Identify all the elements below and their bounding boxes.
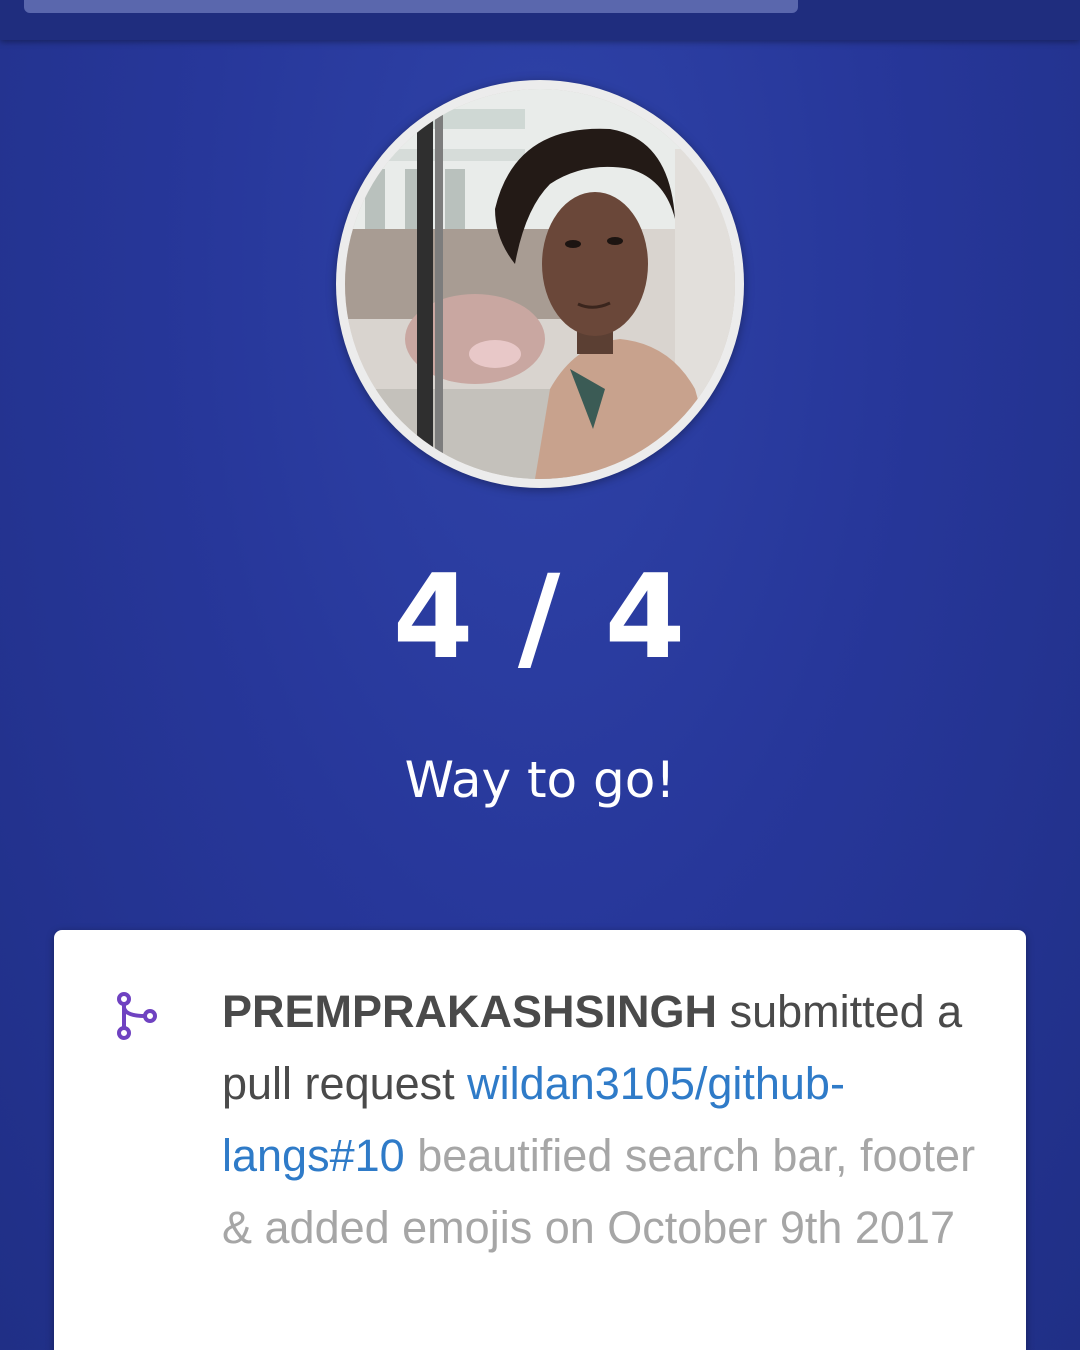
search-bar[interactable] — [24, 0, 798, 13]
activity-text: PREMPRAKASHSINGH submitted a pull reques… — [222, 976, 982, 1264]
avatar — [336, 80, 744, 488]
congrats-message: Way to go! — [404, 751, 676, 809]
pull-request-icon — [110, 990, 162, 1042]
top-bar — [0, 0, 1080, 40]
progress-score: 4 / 4 — [392, 550, 688, 685]
avatar-photo — [345, 89, 735, 479]
actor-name[interactable]: PREMPRAKASHSINGH — [222, 986, 717, 1037]
